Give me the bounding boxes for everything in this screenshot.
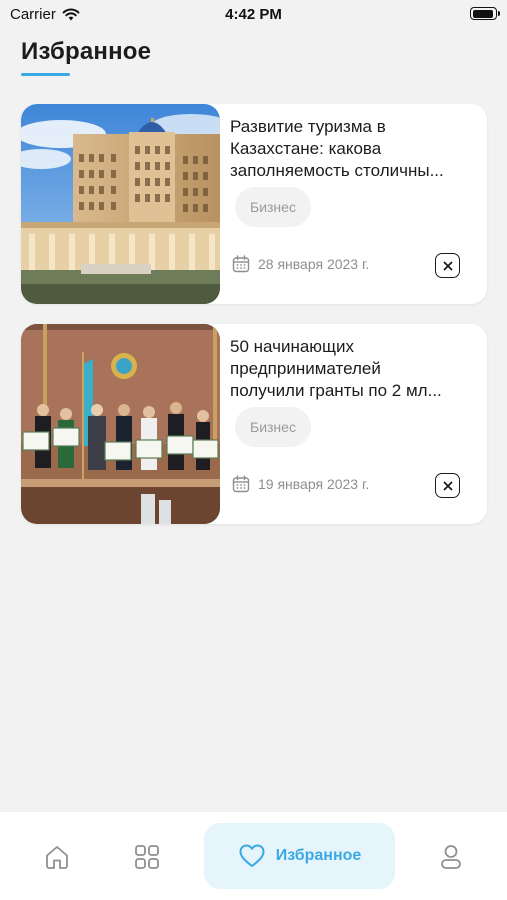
home-icon bbox=[46, 846, 68, 869]
card-date: 28 января 2023 г. bbox=[258, 256, 370, 272]
calendar-icon bbox=[232, 475, 250, 493]
page-title: Избранное bbox=[21, 38, 152, 65]
hotel-building-photo[interactable] bbox=[21, 104, 220, 304]
date-row: 19 января 2023 г. bbox=[232, 475, 369, 493]
tab-catalog[interactable] bbox=[126, 840, 168, 874]
remove-favorite-button[interactable] bbox=[435, 473, 460, 498]
grant-ceremony-photo[interactable] bbox=[21, 324, 220, 524]
card-title-line: Казахстане: какова bbox=[230, 139, 382, 158]
tab-favorites-label: Избранное bbox=[275, 847, 362, 864]
tab-profile[interactable] bbox=[430, 840, 472, 874]
card-title-line: получили гранты по 2 мл... bbox=[230, 381, 442, 400]
status-bar: Carrier 4:42 PM bbox=[0, 0, 507, 28]
battery-icon bbox=[470, 7, 500, 20]
close-icon bbox=[443, 481, 452, 490]
favorite-card[interactable]: Развитие туризма в Казахстане: какова за… bbox=[21, 104, 487, 304]
grid-icon bbox=[135, 845, 159, 869]
bottom-tab-bar: Избранное bbox=[0, 812, 507, 900]
card-title-line: Развитие туризма в bbox=[230, 117, 386, 136]
card-title-line: предпринимателей bbox=[230, 359, 381, 378]
battery-level bbox=[472, 9, 493, 18]
profile-icon bbox=[441, 845, 461, 869]
card-date: 19 января 2023 г. bbox=[258, 476, 370, 492]
card-title-line: заполняемость столичны... bbox=[230, 161, 444, 180]
card-title[interactable]: Развитие туризма в Казахстане: какова за… bbox=[230, 116, 476, 182]
card-title[interactable]: 50 начинающих предпринимателей получили … bbox=[230, 336, 476, 402]
remove-favorite-button[interactable] bbox=[435, 253, 460, 278]
favorite-card[interactable]: 50 начинающих предпринимателей получили … bbox=[21, 324, 487, 524]
calendar-icon bbox=[232, 255, 250, 273]
status-time: 4:42 PM bbox=[225, 6, 282, 23]
heart-icon bbox=[239, 844, 265, 867]
title-underline bbox=[21, 73, 70, 76]
card-title-line: 50 начинающих bbox=[230, 337, 355, 356]
date-row: 28 января 2023 г. bbox=[232, 255, 369, 273]
category-chip[interactable]: Бизнес bbox=[235, 187, 311, 227]
close-icon bbox=[443, 261, 452, 270]
tab-favorites[interactable]: Избранное bbox=[204, 823, 395, 889]
category-chip[interactable]: Бизнес bbox=[235, 407, 311, 447]
tab-home[interactable] bbox=[36, 840, 78, 874]
